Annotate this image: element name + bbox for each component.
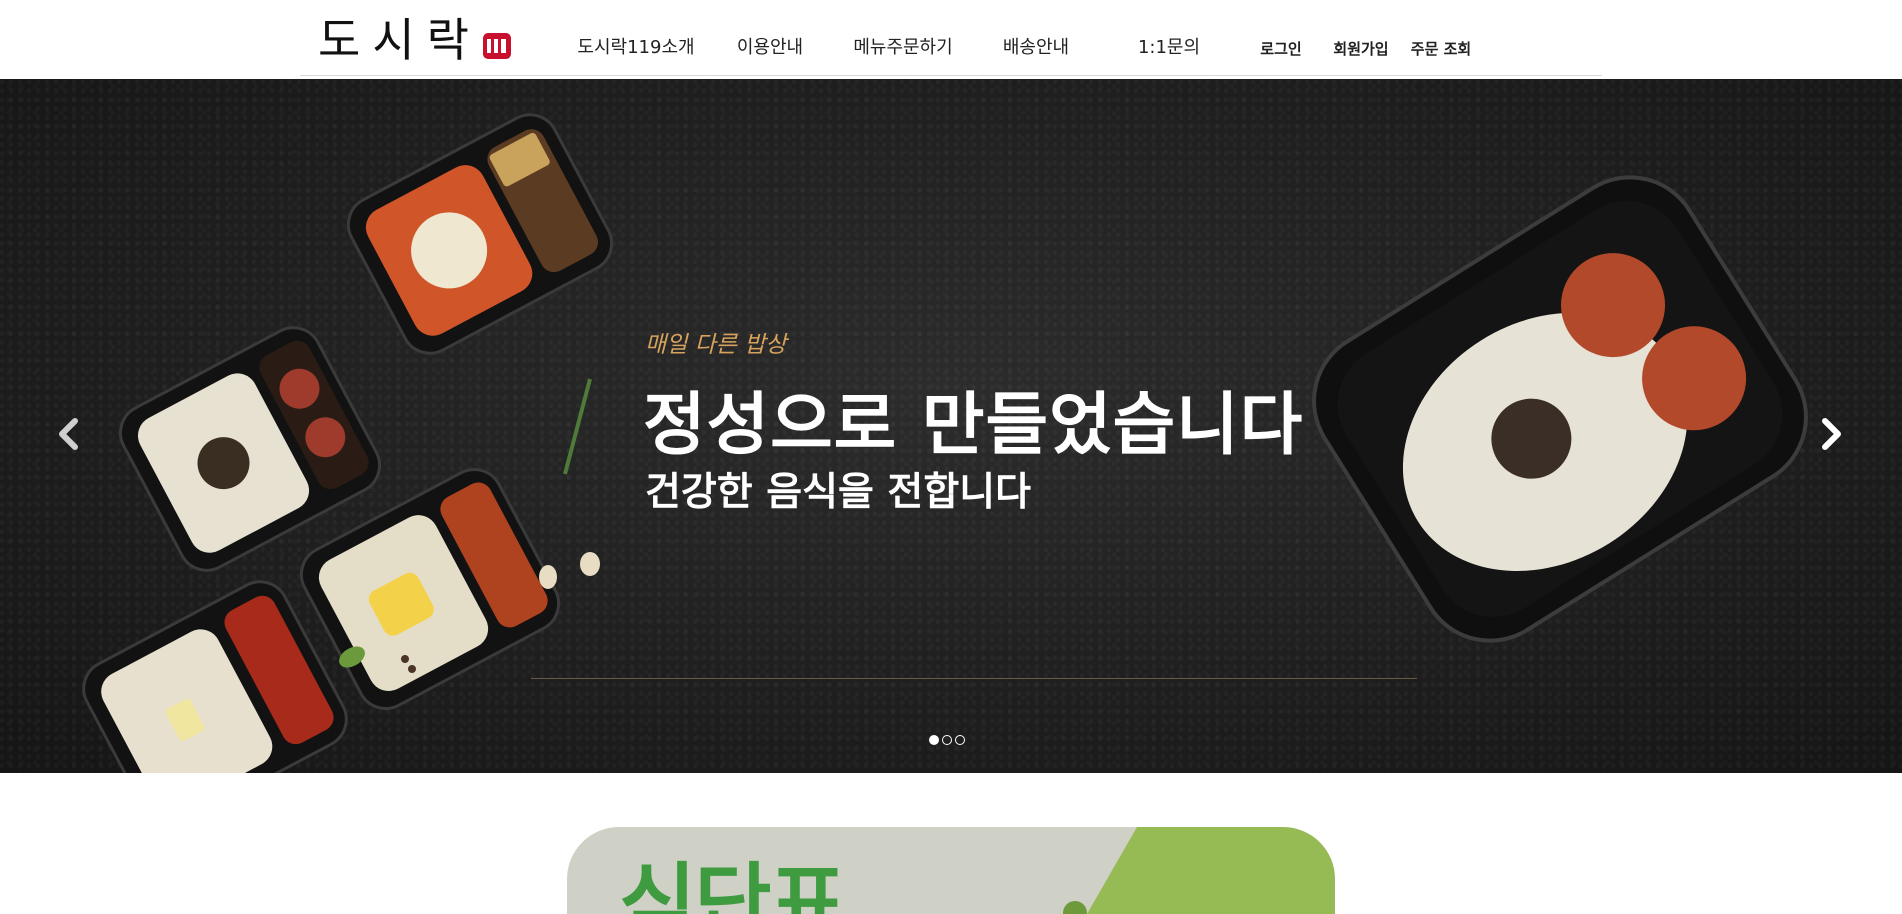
nav-item-delivery[interactable]: 배송안내 (1003, 37, 1069, 59)
slider-dot-1[interactable] (929, 735, 939, 745)
slider-dot-3[interactable] (955, 735, 965, 745)
nav-item-order-menu[interactable]: 메뉴주문하기 (853, 37, 952, 59)
slider-pagination (929, 735, 965, 745)
hero-kicker: 매일 다른 밥상 (645, 332, 787, 358)
site-header: 도시락 도시락119소개 이용안내 메뉴주문하기 배송안내 1:1문의 로그인 … (300, 0, 1602, 76)
nav-item-guide[interactable]: 이용안내 (737, 37, 803, 59)
chevron-left-icon (59, 418, 78, 450)
logo-text: 도시락 (318, 13, 481, 67)
signup-link[interactable]: 회원가입 (1333, 39, 1388, 59)
slider-next-button[interactable] (1812, 409, 1852, 459)
hero-title: 정성으로 만들었습니다 (643, 386, 1304, 465)
meal-plan-banner[interactable]: 식단표 (567, 827, 1335, 914)
logo-mark-icon (486, 39, 506, 53)
chevron-right-icon (1822, 418, 1841, 450)
hero-slider: 매일 다른 밥상 정성으로 만들었습니다 건강한 음식을 전합니다 (0, 79, 1902, 773)
hero-subtitle: 건강한 음식을 전합니다 (645, 470, 1031, 515)
hero-divider (531, 678, 1417, 679)
lunchbox-top (346, 113, 614, 355)
lunchbox-right (1312, 175, 1808, 643)
logo-mark (482, 33, 511, 59)
nav-item-about[interactable]: 도시락119소개 (577, 37, 694, 59)
site-logo[interactable]: 도시락 (318, 14, 511, 66)
login-link[interactable]: 로그인 (1260, 39, 1301, 59)
banner-title: 식단표 (619, 854, 847, 914)
order-lookup-link[interactable]: 주문 조회 (1411, 39, 1471, 59)
slider-prev-button[interactable] (48, 409, 88, 459)
slider-dot-2[interactable] (942, 735, 952, 745)
nav-item-inquiry[interactable]: 1:1문의 (1138, 37, 1200, 59)
